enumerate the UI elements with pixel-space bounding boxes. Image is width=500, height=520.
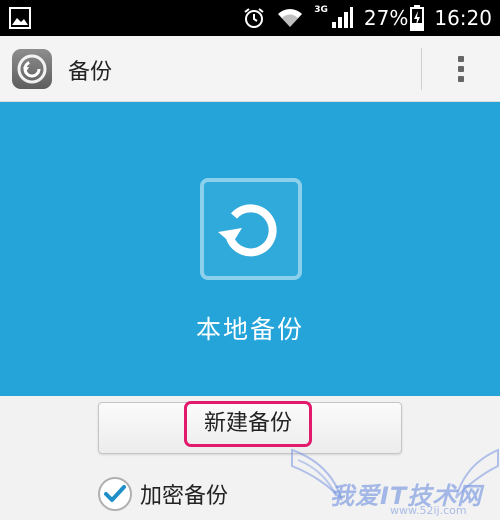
clock: 16:20 xyxy=(434,6,492,30)
encrypt-backup-label: 加密备份 xyxy=(140,484,229,509)
new-backup-label[interactable]: 新建备份 xyxy=(184,401,312,447)
encrypt-backup-row[interactable]: 加密备份 xyxy=(98,474,228,514)
action-bar: 备份 xyxy=(0,36,500,102)
local-backup-banner: 本地备份 xyxy=(0,102,500,396)
backup-restore-icon[interactable] xyxy=(12,49,52,89)
watermark-url: www.52ij.com xyxy=(390,504,467,517)
action-bar-divider xyxy=(421,48,422,90)
gallery-icon xyxy=(9,7,31,29)
alarm-icon xyxy=(244,8,264,28)
overflow-menu-icon[interactable] xyxy=(446,50,476,88)
battery-charging-icon xyxy=(410,5,425,31)
checkmark-icon xyxy=(104,485,126,502)
local-backup-title: 本地备份 xyxy=(195,315,304,344)
watermark-text: 我爱IT技术网 xyxy=(330,482,483,510)
wifi-icon xyxy=(278,9,303,27)
signal-icon xyxy=(331,7,353,28)
status-bar: 3G 27% 16:20 xyxy=(0,0,500,36)
battery-percent: 27% xyxy=(363,6,409,30)
encrypt-backup-checkbox[interactable] xyxy=(98,477,132,511)
network-type: 3G xyxy=(314,5,328,15)
app-title: 备份 xyxy=(68,60,113,85)
restore-icon[interactable] xyxy=(200,178,302,280)
